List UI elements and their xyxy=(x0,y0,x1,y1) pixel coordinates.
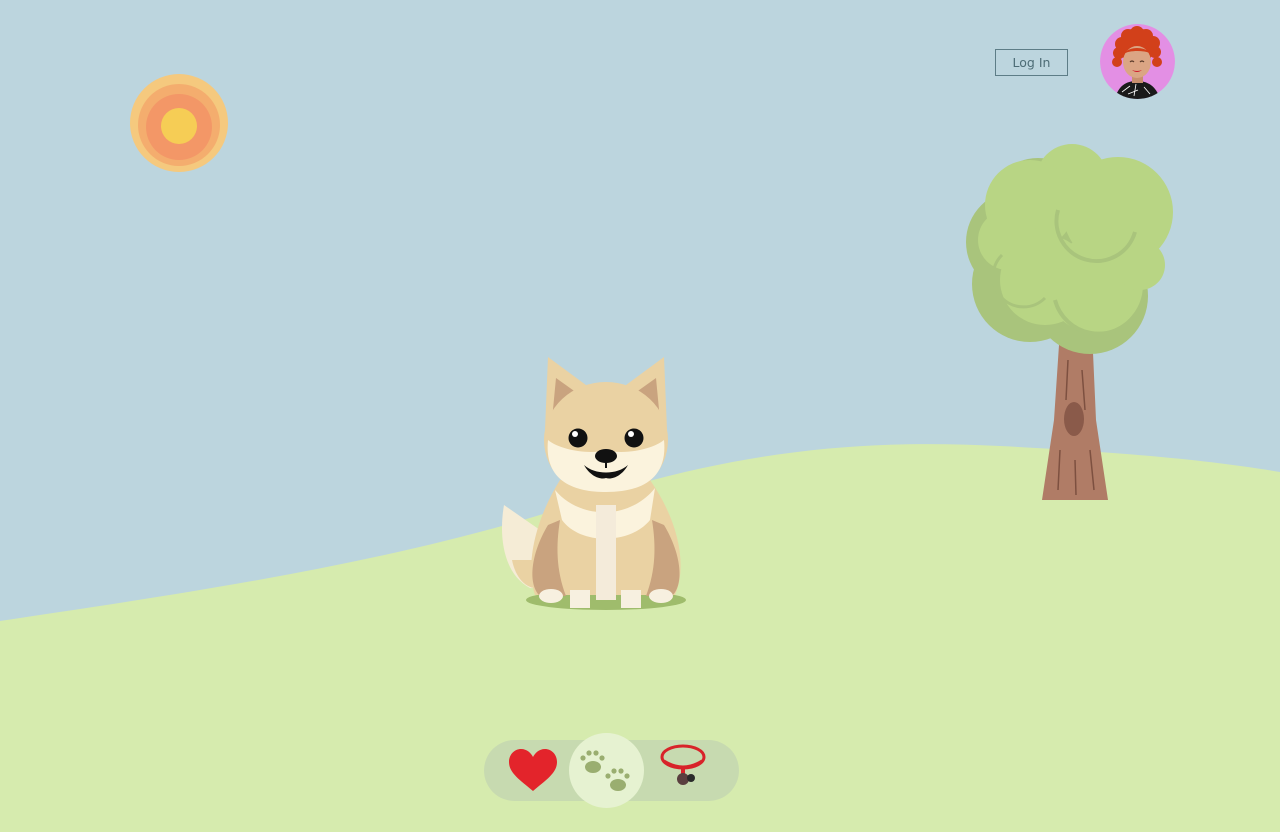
collar-button[interactable] xyxy=(646,733,721,808)
paws-button[interactable] xyxy=(569,733,644,808)
sun-icon xyxy=(130,74,228,172)
login-button[interactable]: Log In xyxy=(995,49,1068,76)
avatar-icon xyxy=(1100,24,1175,99)
user-avatar[interactable] xyxy=(1100,24,1175,99)
paw-prints-icon xyxy=(580,750,630,791)
heart-icon xyxy=(509,749,557,791)
heart-button[interactable] xyxy=(496,733,571,808)
scene xyxy=(0,0,1280,832)
collar-icon xyxy=(660,744,706,785)
toolbar xyxy=(484,733,739,808)
